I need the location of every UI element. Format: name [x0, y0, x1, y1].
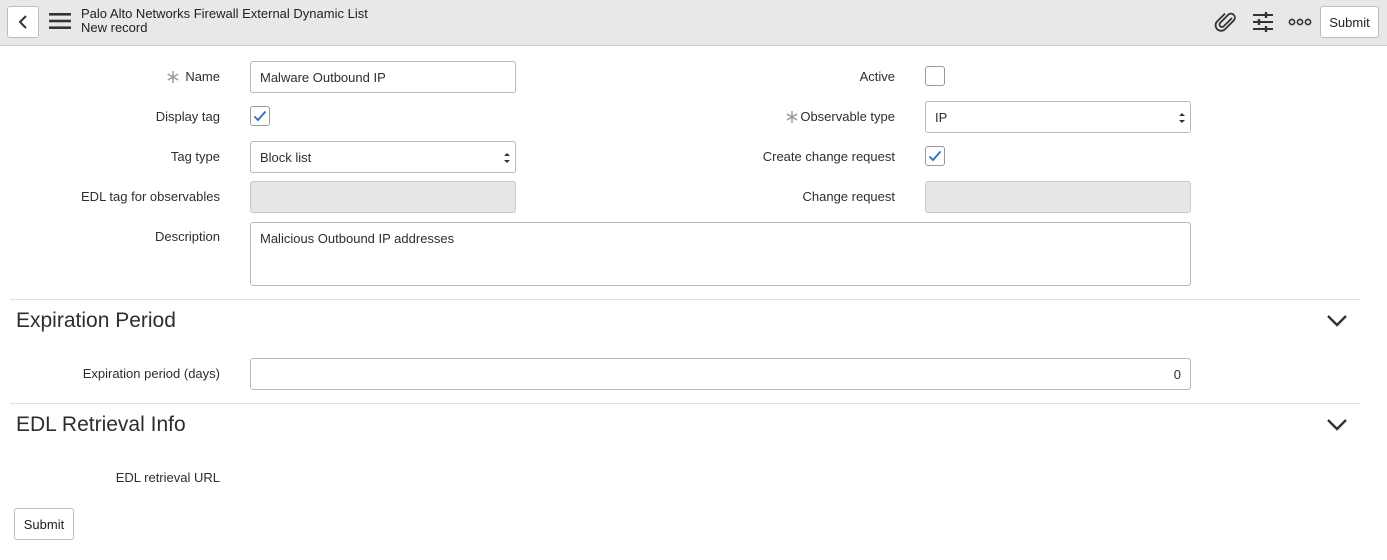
footer-submit-button[interactable]: Submit — [14, 508, 74, 540]
chevron-down-icon[interactable] — [1326, 418, 1348, 432]
hamburger-menu-icon[interactable] — [49, 12, 71, 30]
name-input[interactable]: Malware Outbound IP — [250, 61, 516, 93]
description-label: Description — [154, 229, 220, 244]
page-title: Palo Alto Networks Firewall External Dyn… — [81, 6, 368, 21]
more-options-icon[interactable] — [1288, 10, 1312, 34]
observable-type-label: Observable type — [800, 109, 895, 124]
create-change-request-checkbox[interactable] — [925, 146, 945, 166]
active-label: Active — [859, 69, 895, 84]
observable-type-value: IP — [935, 109, 948, 125]
chevron-down-icon[interactable] — [1326, 314, 1348, 328]
observable-type-select[interactable]: IP — [925, 101, 1191, 133]
display-tag-checkbox[interactable] — [250, 106, 270, 126]
select-caret-icon — [504, 153, 510, 163]
back-button[interactable] — [7, 6, 39, 38]
section-divider — [10, 403, 1360, 404]
expiration-period-label: Expiration period (days) — [82, 366, 220, 381]
expiration-period-input[interactable]: 0 — [250, 358, 1191, 390]
display-tag-label: Display tag — [155, 109, 220, 124]
description-textarea[interactable]: Malicious Outbound IP addresses — [250, 222, 1191, 286]
checkmark-icon — [253, 110, 267, 122]
header-submit-button[interactable]: Submit — [1320, 6, 1379, 38]
tag-type-label: Tag type — [170, 149, 220, 164]
section-divider — [10, 299, 1360, 300]
settings-sliders-icon[interactable] — [1251, 10, 1275, 34]
edl-retrieval-section-title: EDL Retrieval Info — [16, 413, 186, 436]
create-change-request-label: Create change request — [762, 149, 895, 164]
paperclip-icon[interactable] — [1214, 10, 1238, 34]
checkmark-icon — [928, 150, 942, 162]
form-header: Palo Alto Networks Firewall External Dyn… — [0, 0, 1387, 46]
expiration-section-title: Expiration Period — [16, 309, 176, 332]
tag-type-value: Block list — [260, 149, 312, 165]
name-label: Name — [185, 69, 220, 84]
page-subtitle: New record — [81, 20, 148, 35]
edl-retrieval-url-label: EDL retrieval URL — [115, 470, 220, 485]
change-request-field — [925, 181, 1191, 213]
active-checkbox[interactable] — [925, 66, 945, 86]
select-caret-icon — [1179, 113, 1185, 123]
change-request-label: Change request — [802, 189, 895, 204]
edl-tag-field — [250, 181, 516, 213]
tag-type-select[interactable]: Block list — [250, 141, 516, 173]
edl-tag-label: EDL tag for observables — [81, 189, 220, 204]
chevron-left-icon — [18, 15, 27, 29]
